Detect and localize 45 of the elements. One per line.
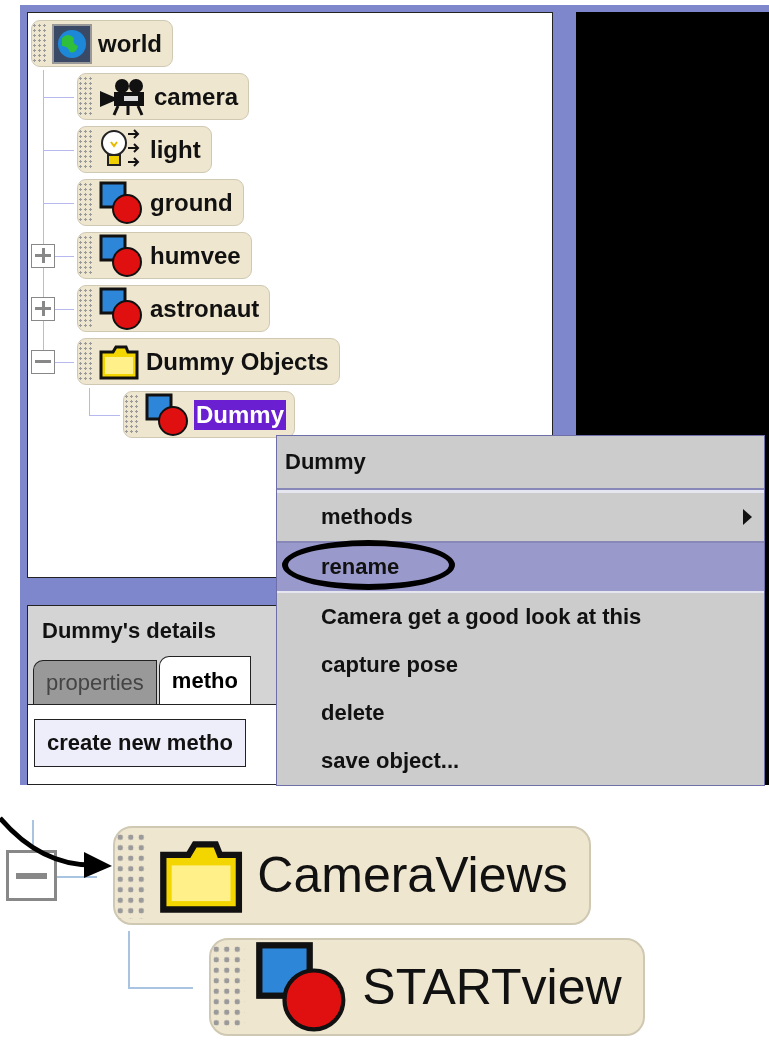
node-label: astronaut: [149, 293, 261, 324]
tree-node[interactable]: CameraViews: [112, 826, 591, 925]
drag-handle[interactable]: [124, 394, 140, 435]
drag-handle[interactable]: [78, 129, 94, 170]
menu-item[interactable]: delete: [277, 689, 764, 737]
node-label: world: [97, 28, 163, 59]
drag-handle[interactable]: [32, 23, 48, 64]
shapes-icon: [98, 179, 144, 226]
expand-toggle[interactable]: [31, 296, 55, 321]
shapes-icon: [144, 391, 190, 438]
tab[interactable]: metho: [158, 656, 251, 704]
tree-node[interactable]: camera: [77, 73, 250, 120]
tree-node[interactable]: light: [77, 126, 212, 173]
drag-handle[interactable]: [78, 76, 94, 117]
node-label: Dummy: [194, 399, 287, 430]
tree-node[interactable]: humvee: [77, 232, 252, 279]
tree-node[interactable]: ground: [77, 179, 244, 226]
collapse-toggle[interactable]: [31, 349, 55, 374]
drag-handle[interactable]: [78, 182, 94, 223]
expand-toggle[interactable]: [31, 243, 55, 268]
drag-handle[interactable]: [78, 288, 94, 329]
tree-node[interactable]: astronaut: [77, 285, 271, 332]
drag-handle[interactable]: [78, 341, 94, 382]
tree-node[interactable]: Dummy: [123, 391, 296, 438]
node-label: ground: [149, 187, 234, 218]
tree-node[interactable]: STARTview: [209, 937, 645, 1037]
tree-node[interactable]: world: [31, 20, 173, 67]
shapes-icon: [98, 285, 144, 332]
menu-item[interactable]: capture pose: [277, 641, 764, 689]
panel-title: Dummy's details: [42, 618, 216, 645]
node-label: humvee: [149, 240, 242, 271]
node-label: camera: [153, 81, 240, 112]
shapes-icon: [98, 232, 144, 279]
menu-item[interactable]: rename: [277, 543, 764, 593]
globe-icon: [52, 23, 92, 64]
node-label: STARTview: [361, 957, 623, 1017]
collapse-toggle[interactable]: [6, 850, 57, 901]
node-label: Dummy Objects: [145, 346, 330, 377]
node-label: light: [149, 134, 202, 165]
create-method-button[interactable]: create new metho: [34, 719, 246, 767]
drag-handle[interactable]: [78, 235, 94, 276]
menu-item[interactable]: save object...: [277, 737, 764, 785]
node-label: CameraViews: [256, 846, 569, 906]
tree-node[interactable]: Dummy Objects: [77, 338, 340, 385]
menu-item[interactable]: Camera get a good look at this: [277, 593, 764, 641]
